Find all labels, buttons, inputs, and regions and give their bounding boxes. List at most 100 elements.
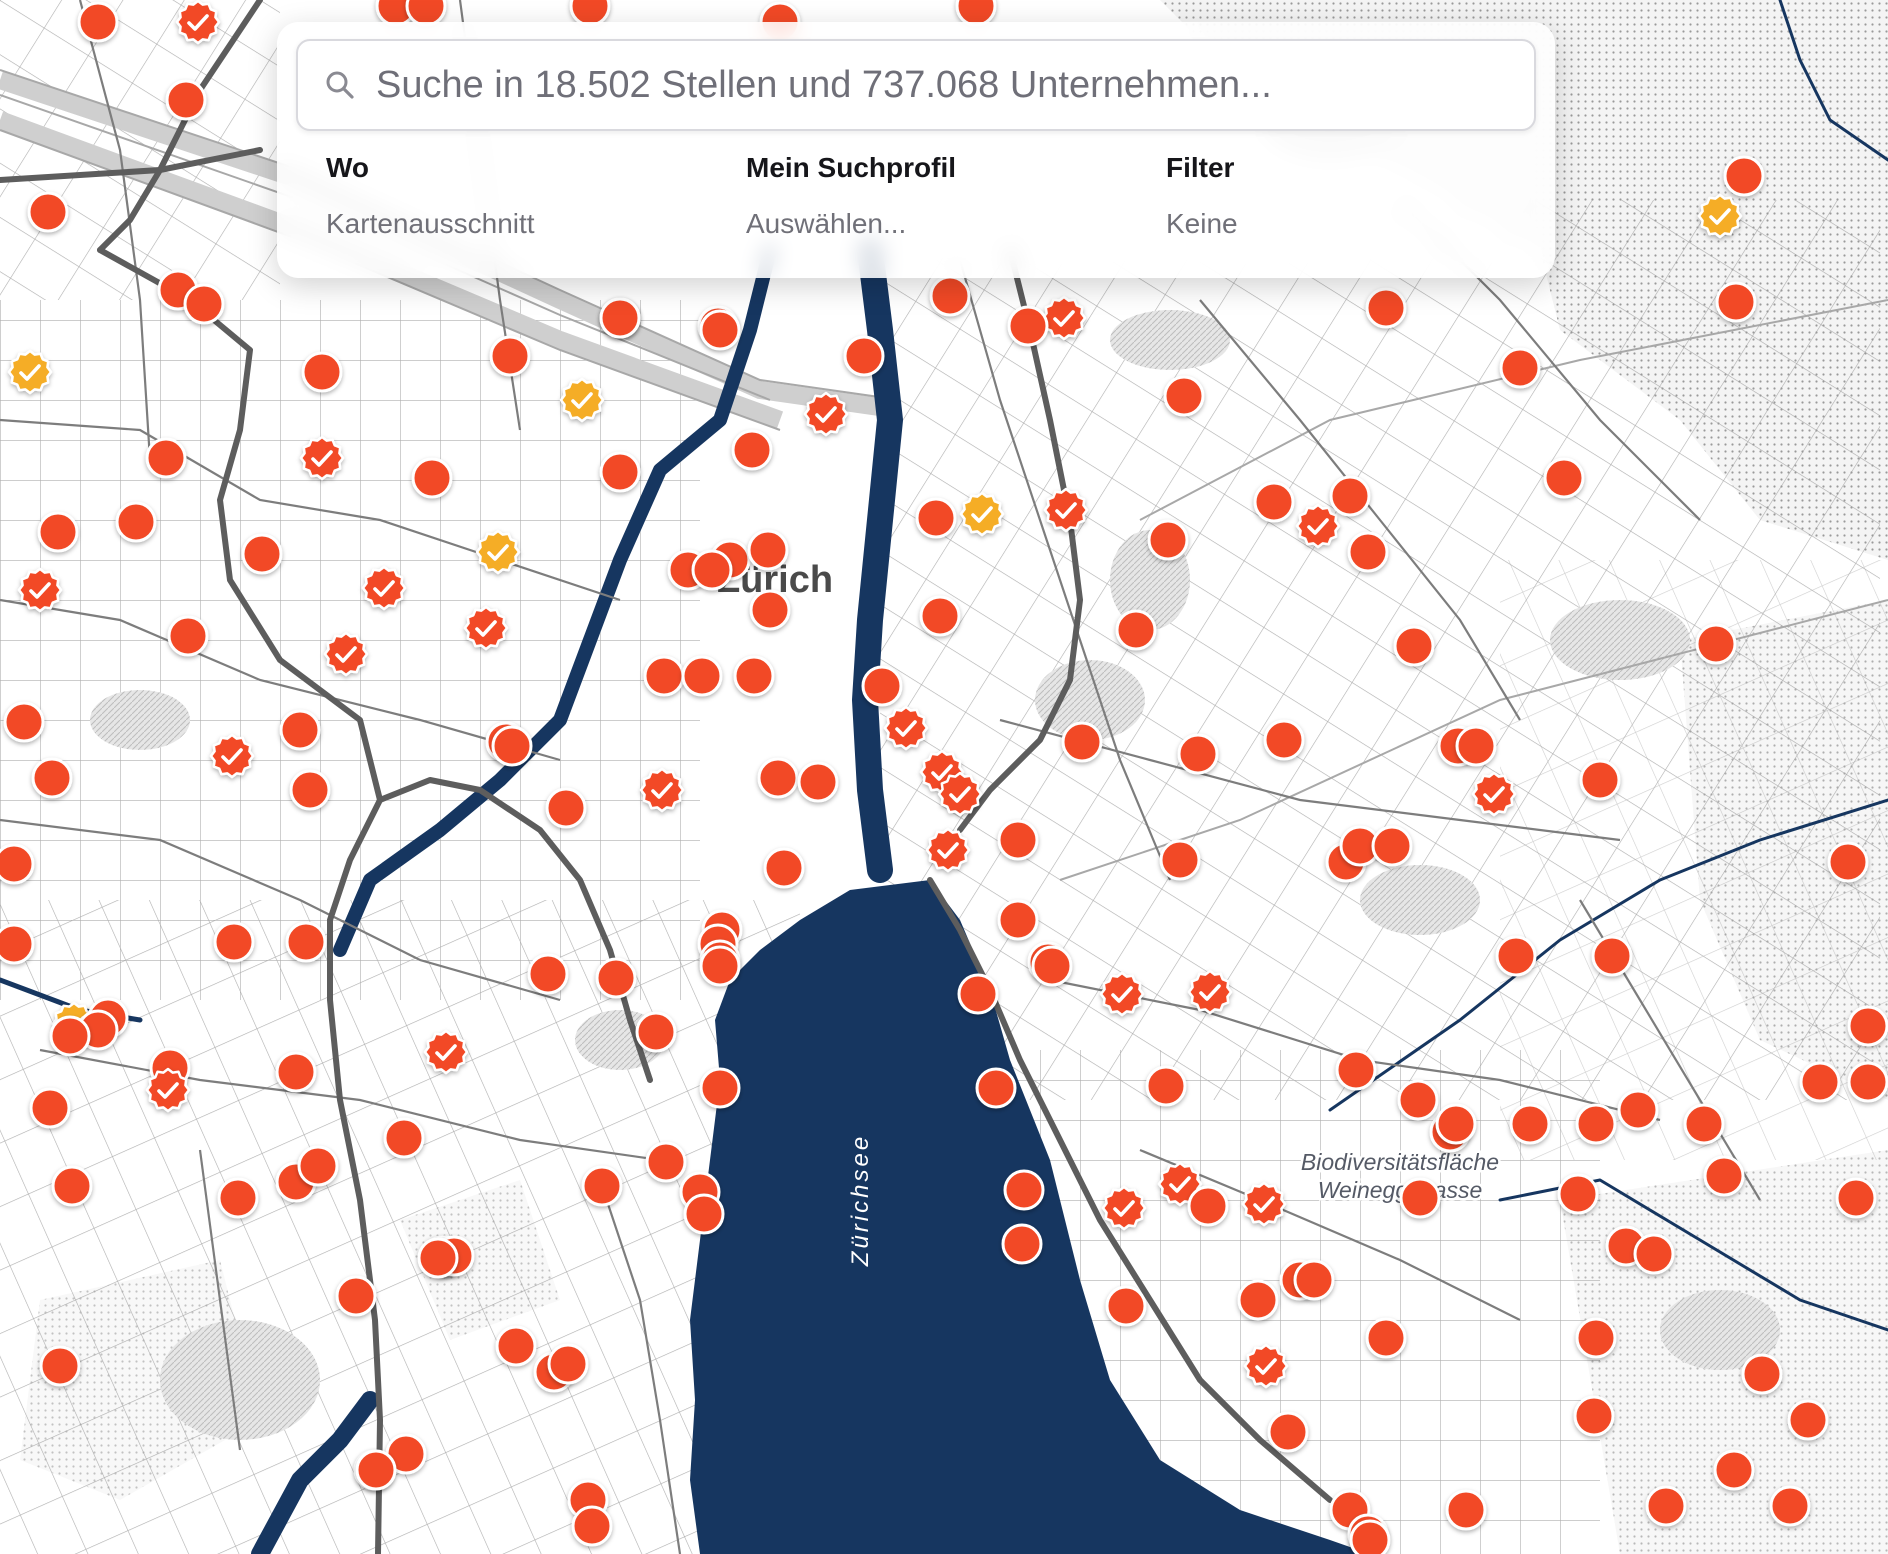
- job-marker[interactable]: [1003, 1169, 1045, 1211]
- job-marker[interactable]: [1703, 1155, 1745, 1197]
- job-marker[interactable]: [39, 1345, 81, 1387]
- job-marker[interactable]: [1591, 935, 1633, 977]
- job-marker[interactable]: [1435, 1103, 1477, 1145]
- job-marker[interactable]: [3, 701, 45, 743]
- job-marker[interactable]: [355, 1449, 397, 1491]
- job-marker[interactable]: [797, 761, 839, 803]
- job-marker[interactable]: [1455, 725, 1497, 767]
- tab-mein-suchprofil[interactable]: Mein Suchprofil Auswählen...: [746, 152, 1146, 262]
- job-marker[interactable]: [1799, 1061, 1841, 1103]
- job-marker[interactable]: [1835, 1177, 1877, 1219]
- job-marker[interactable]: [1329, 475, 1371, 517]
- job-marker[interactable]: [1365, 287, 1407, 329]
- job-marker[interactable]: [599, 297, 641, 339]
- job-marker[interactable]: [1187, 1185, 1229, 1227]
- job-marker[interactable]: [1263, 719, 1305, 761]
- job-marker[interactable]: [1715, 281, 1757, 323]
- job-marker[interactable]: [1695, 623, 1737, 665]
- job-marker[interactable]: [915, 497, 957, 539]
- job-marker[interactable]: [279, 709, 321, 751]
- job-marker[interactable]: [1827, 841, 1869, 883]
- job-marker[interactable]: [0, 843, 35, 885]
- job-marker[interactable]: [683, 1193, 725, 1235]
- job-marker[interactable]: [1001, 1223, 1043, 1265]
- job-marker[interactable]: [691, 549, 733, 591]
- job-marker[interactable]: [289, 769, 331, 811]
- job-marker[interactable]: [681, 655, 723, 697]
- job-marker[interactable]: [747, 529, 789, 571]
- map-view[interactable]: Zürich Zürichsee Biodiversitätsfläche We…: [0, 0, 1888, 1554]
- job-marker[interactable]: [1543, 457, 1585, 499]
- job-marker[interactable]: [275, 1051, 317, 1093]
- job-marker[interactable]: [843, 335, 885, 377]
- job-marker[interactable]: [861, 665, 903, 707]
- job-marker[interactable]: [301, 351, 343, 393]
- job-marker[interactable]: [145, 437, 187, 479]
- job-marker[interactable]: [1575, 1103, 1617, 1145]
- job-marker[interactable]: [581, 1165, 623, 1207]
- job-marker[interactable]: [1499, 347, 1541, 389]
- job-marker[interactable]: [1573, 1395, 1615, 1437]
- job-marker[interactable]: [635, 1011, 677, 1053]
- search-box[interactable]: [296, 39, 1536, 131]
- job-marker[interactable]: [1445, 1489, 1487, 1531]
- job-marker[interactable]: [527, 953, 569, 995]
- job-marker[interactable]: [595, 957, 637, 999]
- job-marker[interactable]: [0, 923, 35, 965]
- job-marker[interactable]: [749, 589, 791, 631]
- job-marker[interactable]: [51, 1165, 93, 1207]
- job-marker[interactable]: [1509, 1103, 1551, 1145]
- job-marker[interactable]: [1147, 519, 1189, 561]
- job-marker[interactable]: [285, 921, 327, 963]
- job-marker[interactable]: [1399, 1177, 1441, 1219]
- job-marker[interactable]: [1645, 1485, 1687, 1527]
- job-marker[interactable]: [1495, 935, 1537, 977]
- job-marker[interactable]: [1723, 155, 1765, 197]
- job-marker[interactable]: [1237, 1279, 1279, 1321]
- job-marker[interactable]: [1105, 1285, 1147, 1327]
- job-marker[interactable]: [733, 655, 775, 697]
- job-marker[interactable]: [383, 1117, 425, 1159]
- job-marker[interactable]: [489, 335, 531, 377]
- job-marker[interactable]: [1007, 305, 1049, 347]
- job-marker[interactable]: [213, 921, 255, 963]
- job-marker[interactable]: [1397, 1079, 1439, 1121]
- job-marker[interactable]: [1177, 733, 1219, 775]
- job-marker[interactable]: [957, 973, 999, 1015]
- job-marker[interactable]: [1741, 1353, 1783, 1395]
- job-marker[interactable]: [643, 655, 685, 697]
- job-marker[interactable]: [217, 1177, 259, 1219]
- job-marker[interactable]: [1617, 1089, 1659, 1131]
- job-marker[interactable]: [411, 457, 453, 499]
- job-marker[interactable]: [417, 1237, 459, 1279]
- job-marker[interactable]: [37, 511, 79, 553]
- job-marker[interactable]: [49, 1015, 91, 1057]
- job-marker[interactable]: [1579, 759, 1621, 801]
- job-marker[interactable]: [1347, 531, 1389, 573]
- job-marker[interactable]: [699, 1067, 741, 1109]
- job-marker[interactable]: [115, 501, 157, 543]
- search-input[interactable]: [374, 54, 1498, 116]
- job-marker[interactable]: [491, 725, 533, 767]
- job-marker[interactable]: [763, 847, 805, 889]
- job-marker[interactable]: [29, 1087, 71, 1129]
- job-marker[interactable]: [1115, 609, 1157, 651]
- job-marker[interactable]: [1847, 1005, 1888, 1047]
- job-marker[interactable]: [599, 451, 641, 493]
- job-marker[interactable]: [929, 275, 971, 317]
- job-marker[interactable]: [1847, 1061, 1888, 1103]
- job-marker[interactable]: [1633, 1233, 1675, 1275]
- job-marker[interactable]: [1145, 1065, 1187, 1107]
- job-marker[interactable]: [183, 283, 225, 325]
- job-marker[interactable]: [1769, 1485, 1811, 1527]
- job-marker[interactable]: [1683, 1103, 1725, 1145]
- job-marker[interactable]: [1393, 625, 1435, 667]
- job-marker[interactable]: [1365, 1317, 1407, 1359]
- tab-filter[interactable]: Filter Keine: [1166, 152, 1566, 262]
- job-marker[interactable]: [645, 1141, 687, 1183]
- job-marker[interactable]: [1371, 825, 1413, 867]
- job-marker[interactable]: [165, 79, 207, 121]
- job-marker[interactable]: [699, 309, 741, 351]
- job-marker[interactable]: [547, 1343, 589, 1385]
- job-marker[interactable]: [1557, 1173, 1599, 1215]
